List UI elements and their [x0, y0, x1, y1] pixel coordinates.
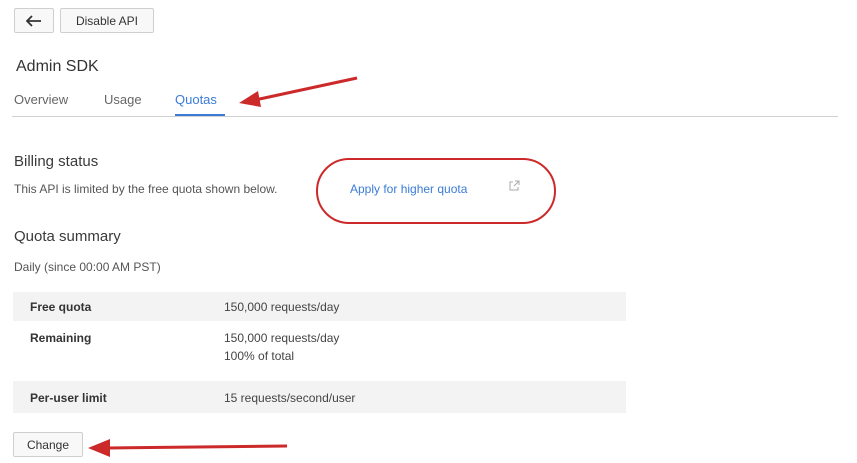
tab-overview[interactable]: Overview [14, 92, 68, 107]
table-row: Remaining 150,000 requests/day 100% of t… [13, 321, 626, 381]
tab-usage[interactable]: Usage [104, 92, 142, 107]
arrow-back-icon [26, 14, 41, 27]
row-label: Per-user limit [30, 391, 107, 405]
billing-status-heading: Billing status [14, 153, 99, 170]
quota-summary-heading: Quota summary [14, 228, 121, 245]
back-button[interactable] [14, 8, 54, 33]
table-row: Per-user limit 15 requests/second/user [13, 381, 626, 413]
row-label: Free quota [30, 300, 92, 314]
row-label: Remaining [30, 331, 92, 345]
row-value: 150,000 requests/day [224, 300, 340, 314]
row-value: 15 requests/second/user [224, 391, 356, 405]
page-title: Admin SDK [16, 58, 99, 75]
billing-status-text: This API is limited by the free quota sh… [14, 182, 278, 196]
annotation-arrow-icon [239, 76, 358, 107]
row-value-secondary: 100% of total [224, 349, 295, 363]
table-row: Free quota 150,000 requests/day [13, 292, 626, 321]
tab-quotas[interactable]: Quotas [175, 92, 217, 107]
quota-period: Daily (since 00:00 AM PST) [14, 260, 161, 274]
row-value: 150,000 requests/day [224, 331, 340, 345]
annotation-circle [316, 158, 556, 224]
disable-api-button[interactable]: Disable API [60, 8, 154, 33]
annotation-arrow-icon [88, 439, 288, 457]
tab-divider [12, 116, 838, 117]
tab-bar: Overview Usage Quotas [0, 92, 840, 118]
active-tab-indicator [175, 114, 225, 116]
change-button[interactable]: Change [13, 432, 83, 457]
